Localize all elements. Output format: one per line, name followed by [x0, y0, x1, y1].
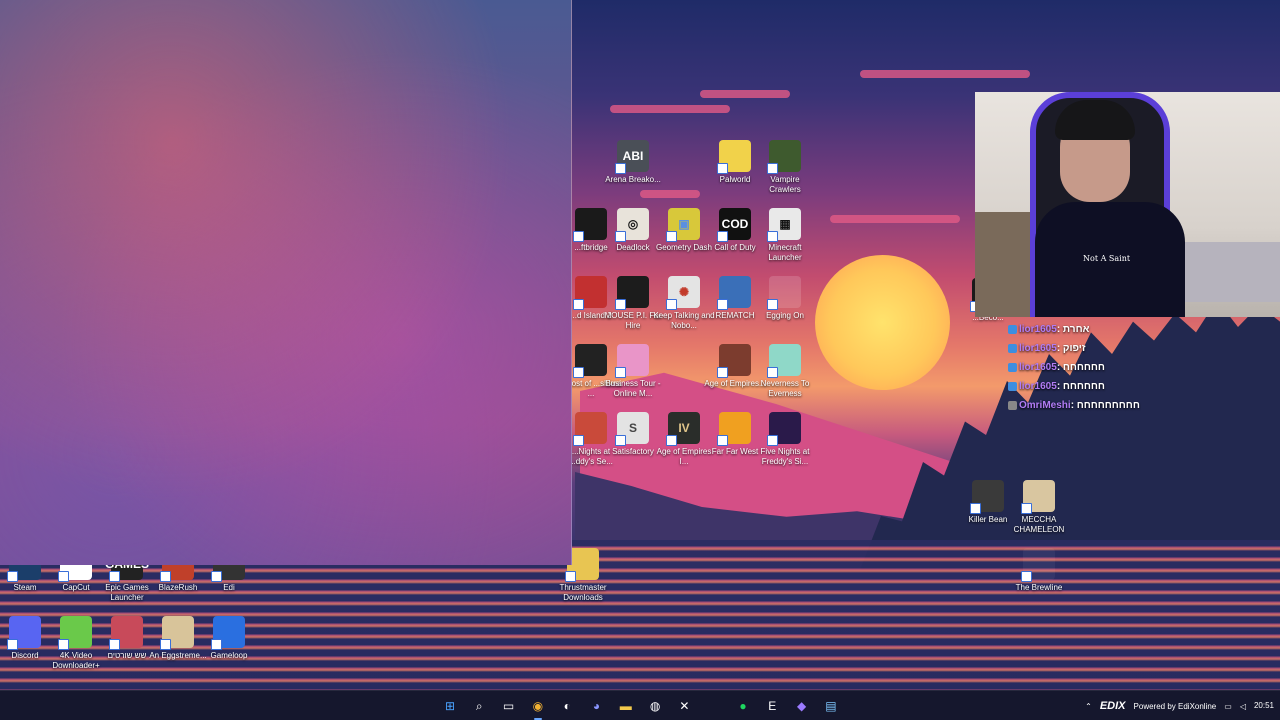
blurred-window[interactable] — [0, 0, 572, 565]
app-icon — [767, 412, 801, 446]
app-icon — [160, 616, 194, 650]
chat-badge-icon — [1008, 362, 1017, 372]
taskbar-search-icon[interactable]: ⌕ — [468, 695, 490, 717]
app-icon — [1021, 548, 1055, 582]
wallpaper-cloud — [830, 215, 960, 223]
system-tray: ⌃ EDIX Powered by EdiXonline ▭ ◁ 20:51 — [1085, 691, 1274, 720]
desktop-icon-arena-breako[interactable]: ABI Arena Breako... — [602, 140, 664, 185]
tray-powered-by: Powered by EdiXonline — [1133, 701, 1217, 711]
stream-chat: lior1605: אחרת lior1605: זיפוק lior1605:… — [1008, 320, 1158, 415]
wallpaper-sun — [815, 255, 950, 390]
wallpaper-cloud — [640, 190, 700, 198]
app-icon — [717, 412, 751, 446]
taskbar-notepad-icon[interactable]: ▤ — [820, 695, 842, 717]
desktop-icon-egging-on[interactable]: Egging On — [754, 276, 816, 321]
webcam-overlay: Not A Saint — [975, 92, 1280, 317]
desktop-icon-the-brewline[interactable]: The Brewline — [1008, 548, 1070, 593]
app-icon — [109, 616, 143, 650]
desktop-icon-business-tour-online-m[interactable]: Business Tour - Online M... — [602, 344, 664, 399]
tray-volume-icon[interactable]: ◁ — [1240, 702, 1246, 711]
desktop-icon-vampire-crawlers[interactable]: Vampire Crawlers — [754, 140, 816, 195]
chat-line: lior1605: זיפוק — [1008, 339, 1158, 358]
chat-badge-icon — [1008, 381, 1017, 391]
app-icon — [7, 616, 41, 650]
chat-line: lior1605: אחרת — [1008, 320, 1158, 339]
desktop-icon-label: Five Nights at Freddy's Si... — [760, 447, 810, 466]
taskbar-steam-icon[interactable]: ◐ — [556, 695, 578, 717]
taskbar-discord-icon[interactable]: ◕ — [586, 695, 608, 717]
desktop-icon-gameloop[interactable]: Gameloop — [198, 616, 260, 661]
desktop-icon-label: Gameloop — [210, 651, 248, 660]
desktop-icon-label: Arena Breako... — [605, 175, 661, 184]
app-icon — [970, 480, 1004, 514]
app-icon: S — [615, 412, 649, 446]
taskbar-capcut-icon[interactable]: ✕ — [673, 695, 695, 717]
desktop-icon-five-nights-at-freddy-s-si[interactable]: Five Nights at Freddy's Si... — [754, 412, 816, 467]
chat-line: lior1605: חחחחחח — [1008, 358, 1158, 377]
desktop-icon-label: Neverness To Everness — [760, 379, 810, 398]
app-icon — [615, 276, 649, 310]
app-icon — [717, 344, 751, 378]
desktop-icon-label: Business Tour - Online M... — [605, 379, 661, 398]
app-icon — [615, 344, 649, 378]
desktop-icon-minecraft-launcher[interactable]: ▦ Minecraft Launcher — [754, 208, 816, 263]
taskbar-clock[interactable]: 20:51 — [1254, 701, 1274, 711]
desktop-icon-meccha-chameleon[interactable]: MECCHA CHAMELEON — [1008, 480, 1070, 535]
desktop-icon-label: Egging On — [766, 311, 804, 320]
webcam-shirt-text: Not A Saint — [1083, 254, 1131, 263]
app-icon: ABI — [615, 140, 649, 174]
desktop-icon-label: Thrustmaster Downloads — [559, 583, 607, 602]
desktop-icon-label: Edi — [223, 583, 235, 592]
desktop-icon-label: Minecraft Launcher — [768, 243, 802, 262]
wallpaper-cloud — [700, 90, 790, 98]
tray-brand-logo: EDIX — [1099, 700, 1126, 712]
app-icon: IV — [666, 412, 700, 446]
app-icon: ▦ — [767, 208, 801, 242]
taskbar-spotify-icon[interactable]: ● — [732, 695, 754, 717]
taskbar: ⊞ ⌕ ▭ ◉ ◐ ◕ ▬ ◍ ✕ ● E ◆ ▤ ⌃ EDIX Powered by EdiXonli… — [0, 690, 1280, 720]
app-icon — [211, 616, 245, 650]
app-icon — [58, 616, 92, 650]
app-icon — [767, 276, 801, 310]
taskbar-obs-icon[interactable]: ◍ — [644, 695, 666, 717]
chat-badge-icon — [1008, 324, 1017, 334]
chat-line: lior1605: חחחחחח — [1008, 377, 1158, 396]
app-icon — [767, 140, 801, 174]
desktop-icon-label: MECCHA CHAMELEON — [1013, 515, 1065, 534]
tray-network-icon[interactable]: ▭ — [1224, 702, 1232, 711]
chat-line: OmriMeshi: חחחחחחחחח — [1008, 396, 1158, 415]
app-icon: ▣ — [666, 208, 700, 242]
app-icon: ◎ — [615, 208, 649, 242]
taskbar-blank-icon[interactable] — [703, 695, 725, 717]
chat-badge-icon — [1008, 400, 1017, 410]
chat-badge-icon — [1008, 343, 1017, 353]
desktop-icon-label: The Brewline — [1015, 583, 1063, 592]
taskbar-epic-games-icon[interactable]: E — [761, 695, 783, 717]
app-icon — [767, 344, 801, 378]
taskbar-task-view-icon[interactable]: ▭ — [498, 695, 520, 717]
wallpaper-cloud — [860, 70, 1030, 78]
taskbar-chrome-icon[interactable]: ◉ — [527, 695, 549, 720]
desktop-icon-label: Vampire Crawlers — [769, 175, 801, 194]
taskbar-visual-studio-icon[interactable]: ◆ — [791, 695, 813, 717]
taskbar-file-explorer-icon[interactable]: ▬ — [615, 695, 637, 717]
wallpaper-cloud — [610, 105, 730, 113]
app-icon — [1021, 480, 1055, 514]
taskbar-start-icon[interactable]: ⊞ — [439, 695, 461, 717]
app-icon: ✺ — [666, 276, 700, 310]
app-icon — [717, 140, 751, 174]
app-icon — [717, 276, 751, 310]
app-icon: COD — [717, 208, 751, 242]
tray-chevron-icon[interactable]: ⌃ — [1085, 702, 1092, 711]
desktop-icon-neverness-to-everness[interactable]: Neverness To Everness — [754, 344, 816, 399]
